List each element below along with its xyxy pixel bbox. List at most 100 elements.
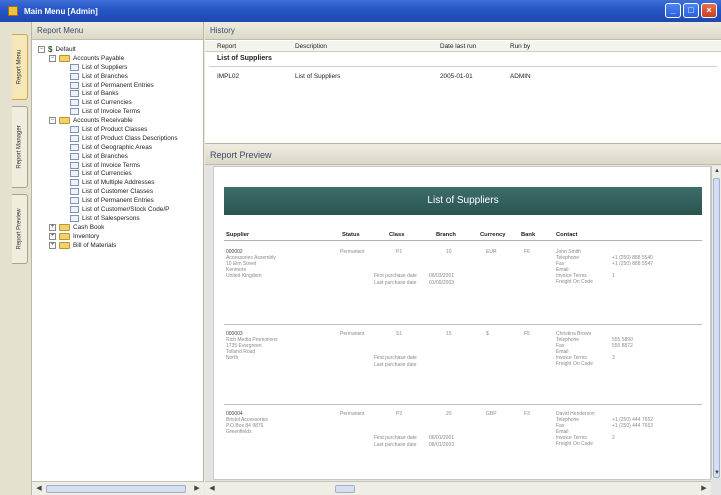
scroll-thumb[interactable] — [713, 178, 720, 478]
tree-item[interactable]: − Accounts Receivable — [38, 116, 204, 125]
contact-line: Freight On Code — [556, 441, 593, 447]
tree-item[interactable]: List of Permanent Entries — [38, 81, 204, 90]
tree-item[interactable]: List of Invoice Terms — [38, 161, 204, 170]
scroll-right-icon[interactable]: ▶ — [192, 484, 202, 494]
tree-item-label: List of Product Classes — [82, 125, 148, 133]
expand-icon[interactable]: + — [49, 223, 56, 231]
report-title-banner: List of Suppliers — [224, 187, 702, 215]
report-menu-title: Report Menu — [32, 22, 203, 40]
rcol-contact: Contact — [556, 232, 578, 238]
tree-item[interactable]: − Accounts Payable — [38, 54, 204, 63]
rcol-currency: Currency — [480, 232, 506, 238]
report-icon — [70, 90, 79, 98]
folder-icon — [59, 117, 70, 125]
tree-item-label: List of Customer Classes — [82, 188, 154, 196]
col-date-last-run[interactable]: Date last run — [440, 43, 476, 50]
report-menu-panel: Report Menu − $ Default − Accounts Payable Li… — [32, 22, 204, 495]
side-tab-strip: Report Menu Report Manager Report Previe… — [0, 22, 32, 495]
scroll-left-icon[interactable]: ◀ — [207, 484, 217, 494]
col-run-by[interactable]: Run by — [510, 43, 530, 50]
tree-item[interactable]: List of Banks — [38, 89, 204, 98]
tree-item[interactable]: List of Multiple Addresses — [38, 178, 204, 187]
tab-label: Report Preview — [16, 208, 23, 250]
scroll-left-icon[interactable]: ◀ — [34, 484, 44, 494]
tree-item[interactable]: + Bill of Materials — [38, 241, 204, 250]
tree-item[interactable]: + Inventory — [38, 232, 204, 241]
purchase-date-label: Last purchase date — [374, 442, 417, 448]
purchase-date-value: 06/01/2001 — [429, 435, 455, 441]
table-row[interactable]: IMPL02 List of Suppliers 2005-01-01 ADMI… — [205, 71, 721, 83]
tree-item[interactable]: List of Invoice Terms — [38, 107, 204, 116]
report-icon — [70, 63, 79, 71]
tab-label: Report Menu — [16, 49, 23, 85]
history-report: IMPL02 — [217, 73, 240, 80]
supplier-status: Permanent — [340, 249, 365, 255]
tree-item[interactable]: − $ Default — [38, 45, 204, 54]
col-description[interactable]: Description — [295, 43, 327, 50]
preview-vertical-scrollbar[interactable]: ▲ ▼ — [711, 166, 721, 478]
tree-item[interactable]: List of Branches — [38, 152, 204, 161]
supplier-bank: F3 — [524, 411, 530, 417]
maximize-button[interactable]: □ — [683, 3, 699, 18]
tree-item[interactable]: List of Product Classes — [38, 125, 204, 134]
tree-item-label: Default — [55, 45, 76, 53]
report-record: 000002 Accessories Assembly 10 Elm Street K… — [224, 245, 702, 325]
preview-horizontal-scrollbar[interactable]: ◀ ▶ — [205, 481, 711, 495]
tree-item-label: List of Branches — [82, 72, 128, 80]
history-run-by: ADMIN — [510, 73, 531, 80]
tree-item-label: List of Invoice Terms — [82, 161, 141, 169]
tree-item[interactable]: + Cash Book — [38, 223, 204, 232]
collapse-icon[interactable]: − — [38, 45, 45, 53]
tree-horizontal-scrollbar[interactable]: ◀ ▶ — [32, 481, 204, 495]
purchase-date-label: First purchase date — [374, 435, 417, 441]
report-icon — [70, 72, 79, 80]
supplier-bank: F6 — [524, 249, 530, 255]
tree-item[interactable]: List of Suppliers — [38, 63, 204, 72]
purchase-date-label: First purchase date — [374, 355, 417, 361]
supplier-branch: 15 — [446, 331, 452, 337]
scroll-thumb[interactable] — [335, 485, 355, 493]
scroll-thumb[interactable] — [46, 485, 186, 493]
tree-item-label: List of Suppliers — [82, 63, 128, 71]
supplier-currency: GBP — [486, 411, 497, 417]
expand-icon[interactable]: + — [49, 232, 56, 240]
close-button[interactable]: × — [701, 3, 717, 18]
supplier-currency: $ — [486, 331, 489, 337]
tree-item-label: List of Banks — [82, 90, 119, 98]
collapse-icon[interactable]: − — [49, 117, 56, 125]
tab-report-manager[interactable]: Report Manager — [12, 106, 28, 188]
window-title: Main Menu [Admin] — [24, 6, 98, 16]
scroll-right-icon[interactable]: ▶ — [699, 484, 709, 494]
tree-item-label: List of Permanent Entries — [82, 81, 154, 89]
contact-line: Freight On Code — [556, 279, 593, 285]
tree-item[interactable]: List of Currencies — [38, 98, 204, 107]
contact-value: +1 (250) 888 5547 — [612, 261, 654, 267]
tab-report-menu[interactable]: Report Menu — [12, 34, 28, 100]
tree-item[interactable]: List of Currencies — [38, 169, 204, 178]
scroll-up-icon[interactable]: ▲ — [712, 166, 721, 176]
tab-report-preview[interactable]: Report Preview — [12, 194, 28, 264]
history-title: History — [205, 22, 721, 40]
tree-item[interactable]: List of Customer/Stock Code/P — [38, 205, 204, 214]
tree-item[interactable]: List of Geographic Areas — [38, 143, 204, 152]
report-icon — [70, 214, 79, 222]
collapse-icon[interactable]: − — [49, 54, 56, 62]
report-record: 000003 Rich Media Promotions 1735 Evergree… — [224, 327, 702, 405]
history-panel: History Report Description Date last run… — [205, 22, 721, 144]
contact-line: Freight On Code — [556, 361, 593, 367]
supplier-branch: 20 — [446, 411, 452, 417]
expand-icon[interactable]: + — [49, 241, 56, 249]
tree-item[interactable]: List of Product Class Descriptions — [38, 134, 204, 143]
tree-item[interactable]: List of Branches — [38, 72, 204, 81]
tree-item[interactable]: List of Salespersons — [38, 214, 204, 223]
tree-item[interactable]: List of Customer Classes — [38, 187, 204, 196]
minimize-button[interactable]: _ — [665, 3, 681, 18]
supplier-status: Permanent — [340, 331, 365, 337]
col-report[interactable]: Report — [217, 43, 236, 50]
purchase-date-label: Last purchase date — [374, 362, 417, 368]
report-icon — [70, 205, 79, 213]
supplier-branch: 10 — [446, 249, 452, 255]
tree-item[interactable]: List of Permanent Entries — [38, 196, 204, 205]
scroll-down-icon[interactable]: ▼ — [712, 468, 721, 478]
report-icon — [70, 197, 79, 205]
